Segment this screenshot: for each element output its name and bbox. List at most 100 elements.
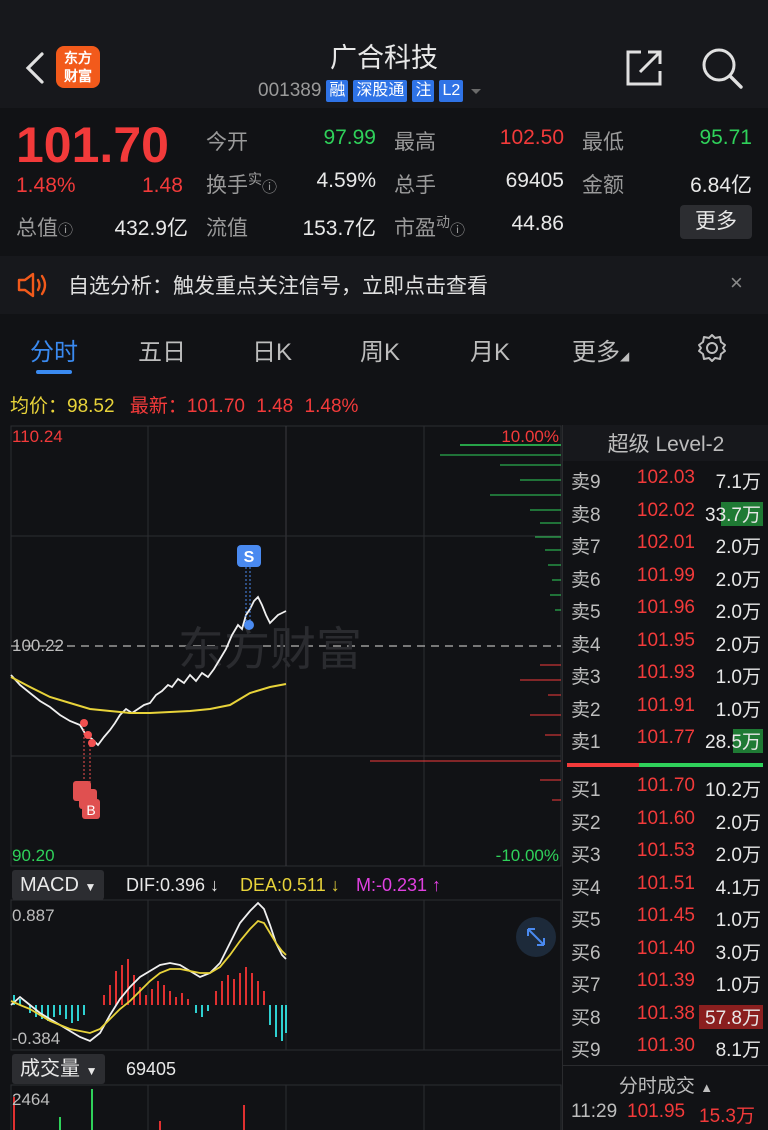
open-label: 今开 [206, 131, 248, 154]
bid-row[interactable]: 买3 101.53 2.0万 [563, 840, 768, 872]
tab-five-day[interactable]: 五日 [138, 332, 186, 367]
ask-volume: 33.7万 [705, 504, 761, 526]
notice-text[interactable]: 自选分析：触发重点关注信号，立即点击查看 [68, 270, 488, 300]
bid-row[interactable]: 买4 101.51 4.1万 [563, 873, 768, 905]
fullscreen-icon[interactable] [516, 917, 556, 957]
tab-daily-k[interactable]: 日K [252, 332, 292, 367]
ask-row[interactable]: 卖7 102.01 2.0万 [563, 532, 768, 564]
bid-label: 买4 [571, 877, 601, 899]
bid-volume: 1.0万 [715, 910, 761, 931]
last-price: 101.70 [16, 117, 169, 173]
ask-row[interactable]: 卖8 102.02 33.7万 [563, 500, 768, 532]
ask-volume: 2.0万 [715, 537, 761, 558]
ask-volume: 2.0万 [715, 634, 761, 656]
bid-volume: 2.0万 [715, 845, 761, 866]
macd-selector[interactable]: MACD ▼ [12, 870, 105, 900]
ask-price: 101.95 [636, 629, 695, 651]
more-quote-button[interactable]: 更多 [680, 205, 752, 239]
share-icon[interactable] [624, 46, 666, 88]
ask-volume: 1.0万 [715, 667, 761, 688]
open-value: 97.99 [323, 126, 376, 149]
ask-label: 卖6 [571, 569, 601, 591]
bid-label: 买7 [571, 975, 601, 996]
bid-row[interactable]: 买1 101.70 10.2万 [563, 775, 768, 807]
orderbook-panel: 超级 Level-2 卖9 102.03 7.1万卖8 102.02 33.7万卖7 10… [562, 425, 768, 1130]
bid-price: 101.51 [636, 872, 695, 894]
volume-total: 69405 [126, 1059, 177, 1079]
settings-icon[interactable] [696, 332, 728, 364]
tab-weekly-k[interactable]: 周K [360, 332, 400, 367]
ask-label: 卖3 [571, 667, 601, 688]
avg-label: 均价： [10, 396, 68, 417]
ask-label: 卖4 [571, 634, 601, 656]
active-tab-indicator [36, 370, 72, 374]
volume-selector[interactable]: 成交量 ▼ [12, 1054, 106, 1084]
bid-price: 101.30 [636, 1035, 695, 1056]
volume-top-label: 2464 [12, 1090, 50, 1109]
bid-label: 买6 [571, 942, 601, 964]
buy-marker-label: B [86, 802, 95, 818]
bid-row[interactable]: 买5 101.45 1.0万 [563, 905, 768, 937]
bid-row[interactable]: 买2 101.60 2.0万 [563, 808, 768, 840]
bid-price: 101.60 [636, 807, 695, 829]
ask-row[interactable]: 卖4 101.95 2.0万 [563, 630, 768, 662]
turnover-label: 换手实ⓘ [206, 171, 278, 197]
macd-dea: DEA:0.511 ↓ [240, 875, 340, 895]
avg-value: 98.52 [67, 396, 115, 417]
ask-row[interactable]: 卖5 101.96 2.0万 [563, 597, 768, 629]
close-icon[interactable]: × [730, 270, 743, 296]
bid-row[interactable]: 买6 101.40 3.0万 [563, 938, 768, 970]
bid-row[interactable]: 买8 101.38 57.8万 [563, 1003, 768, 1035]
bid-label: 买3 [571, 845, 601, 866]
float-cap-value: 153.7亿 [302, 217, 376, 240]
bid-price: 101.45 [636, 905, 695, 926]
bottom-pct-label: -10.00% [496, 846, 559, 865]
buy-markers: B [73, 719, 100, 819]
avg-price-line: 均价：98.52 最新：101.70 1.48 1.48% [10, 391, 358, 418]
low-value: 95.71 [699, 126, 752, 149]
tab-more[interactable]: 更多◢ [572, 332, 629, 367]
ask-volume: 2.0万 [715, 569, 761, 591]
tab-intraday[interactable]: 分时 [30, 332, 78, 367]
bid-row[interactable]: 买7 101.39 1.0万 [563, 970, 768, 1002]
tag-margin: 融 [326, 80, 349, 102]
dropdown-icon[interactable] [468, 85, 484, 97]
ask-price: 101.93 [636, 662, 695, 683]
intraday-chart[interactable]: 东方财富 B S 110.24 100.22 90.20 10.00% -10.… [0, 425, 562, 1130]
ask-price: 102.01 [636, 532, 695, 553]
macd-top-label: 0.887 [12, 906, 55, 925]
ask-volume: 1.0万 [715, 699, 761, 721]
ask-price: 102.02 [636, 499, 695, 521]
bid-price: 101.39 [636, 970, 695, 991]
bid-price: 101.53 [636, 840, 695, 861]
ask-row[interactable]: 卖9 102.03 7.1万 [563, 467, 768, 499]
volume-depth-bars [370, 444, 561, 801]
top-price-label: 110.24 [12, 427, 63, 446]
ask-row[interactable]: 卖6 101.99 2.0万 [563, 565, 768, 597]
bid-ask-ratio-red [567, 763, 639, 767]
search-icon[interactable] [700, 46, 744, 90]
bid-volume: 1.0万 [715, 975, 761, 996]
macd-bottom-label: -0.384 [12, 1029, 60, 1048]
ask-row[interactable]: 卖1 101.77 28.5万 [563, 727, 768, 759]
ask-label: 卖7 [571, 537, 601, 558]
tab-monthly-k[interactable]: 月K [470, 332, 510, 367]
pe-label: 市盈动ⓘ [394, 214, 466, 240]
ask-row[interactable]: 卖2 101.91 1.0万 [563, 695, 768, 727]
bid-row[interactable]: 买9 101.30 8.1万 [563, 1035, 768, 1067]
change-percent: 1.48% [16, 174, 76, 197]
high-label: 最高 [394, 131, 436, 154]
bid-volume: 10.2万 [705, 780, 761, 801]
bid-volume: 57.8万 [705, 1007, 761, 1029]
ask-volume: 2.0万 [715, 602, 761, 623]
ask-row[interactable]: 卖3 101.93 1.0万 [563, 662, 768, 694]
change-amount: 1.48 [142, 174, 183, 197]
bid-label: 买1 [571, 780, 601, 801]
ask-label: 卖8 [571, 504, 601, 526]
tag-connect: 深股通 [353, 80, 408, 102]
level2-title[interactable]: 超级 Level-2 [563, 425, 768, 461]
trades-title[interactable]: 分时成交 ▲ [563, 1071, 768, 1098]
bid-volume: 3.0万 [715, 942, 761, 964]
amount-value: 6.84亿 [690, 174, 752, 197]
trade-volume: 15.3万 [699, 1106, 755, 1127]
